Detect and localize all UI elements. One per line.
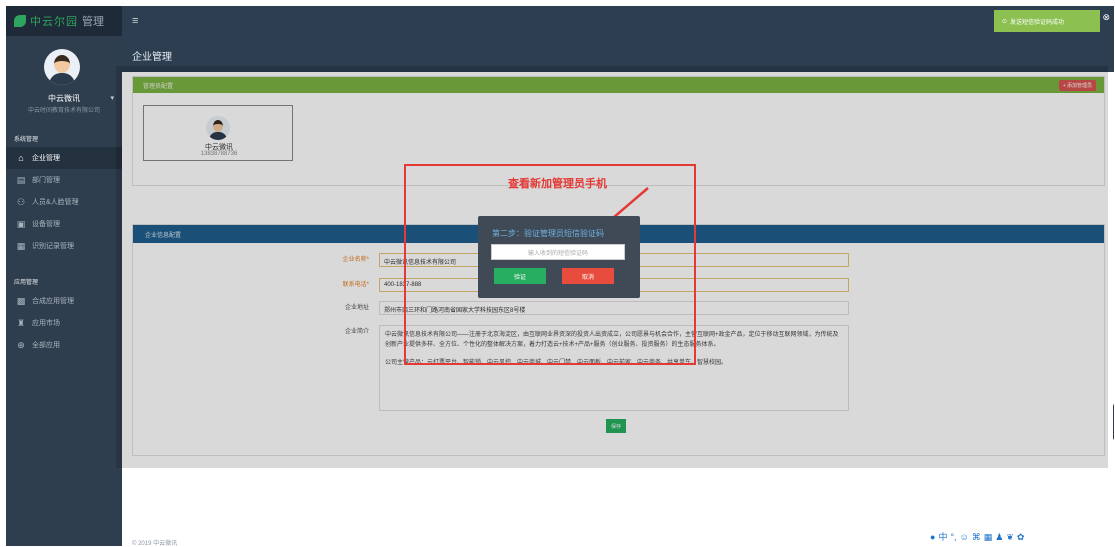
avatar[interactable]: [44, 49, 80, 85]
success-toast: ⊙ 发送短信验证码成功 ⊗: [994, 10, 1110, 32]
sms-code-input[interactable]: 输入收到的短信验证码: [491, 244, 625, 260]
footer-copyright: © 2019 中云微讯: [132, 541, 178, 546]
sidebar-logo[interactable]: 中云尔园 管理: [6, 6, 122, 36]
profile-name[interactable]: 中云微讯: [6, 93, 122, 104]
apps-icon: ▩: [16, 295, 26, 306]
sidebar-section-apps: 应用管理: [14, 280, 39, 286]
sidebar-item-device[interactable]: ▣ 设备管理: [6, 213, 122, 235]
sidebar-item-app-market[interactable]: ♜ 应用市场: [6, 312, 122, 334]
sidebar-item-label: 企业管理: [32, 155, 60, 162]
logo-suffix: 管理: [82, 16, 104, 28]
ime-toolbar: ● 中 °, ☺ ⌘ ▦ ♟ ❦ ✿: [930, 531, 1024, 543]
ime-keyboard-icon[interactable]: ▦: [984, 531, 993, 543]
sidebar-item-label: 合成应用管理: [32, 298, 74, 305]
sidebar-item-label: 设备管理: [32, 221, 60, 228]
ime-punct-icon[interactable]: °,: [950, 531, 956, 543]
user-icon: ⚇: [16, 196, 26, 207]
topbar: ≡ ⊙ 发送短信验证码成功 ⊗: [122, 6, 1114, 36]
department-icon: ▤: [16, 174, 26, 185]
sidebar-item-all-apps[interactable]: ⊕ 全部应用: [6, 334, 122, 356]
ime-settings-icon[interactable]: ✿: [1017, 531, 1025, 543]
profile-company: 中云时间教育技术有限公司: [27, 108, 100, 114]
page-title: 企业管理: [132, 52, 172, 63]
all-apps-icon: ⊕: [17, 339, 25, 350]
verify-button[interactable]: 验证: [494, 268, 546, 284]
ime-user-icon[interactable]: ♟: [995, 531, 1003, 543]
logo-brand: 中云尔园: [30, 16, 78, 28]
sidebar-item-label: 识别记录管理: [32, 243, 74, 250]
cancel-button[interactable]: 取消: [562, 268, 614, 284]
home-icon: ⌂: [18, 153, 24, 163]
caret-down-icon[interactable]: ▾: [110, 94, 114, 102]
ime-logo-icon[interactable]: ●: [930, 531, 935, 543]
side-feedback-tab[interactable]: [1113, 404, 1114, 440]
ime-skin-icon[interactable]: ❦: [1006, 531, 1014, 543]
sidebar-item-department[interactable]: ▤ 部门管理: [6, 169, 122, 191]
sidebar-item-records[interactable]: ▦ 识别记录管理: [6, 235, 122, 257]
verify-modal: 第二步：验证管理员短信验证码 输入收到的短信验证码 验证 取消: [478, 216, 640, 298]
sidebar-item-people[interactable]: ⚇ 人员&人脸管理: [6, 191, 122, 213]
user-profile: 中云微讯 ▾ 中云时间教育技术有限公司: [6, 36, 122, 128]
leaf-logo-icon: [14, 15, 26, 27]
menu-toggle-icon[interactable]: ≡: [132, 15, 138, 27]
market-icon: ♜: [16, 317, 26, 328]
sidebar-item-label: 全部应用: [32, 342, 60, 349]
info-icon: ⊙: [1002, 18, 1008, 25]
sidebar-section-system: 系统管理: [14, 137, 39, 143]
sidebar-item-label: 部门管理: [32, 177, 60, 184]
sidebar: 中云尔园 管理 中云微讯 ▾ 中云时间教育技术有限公司 系统管理 ⌂ 企业管理 …: [6, 6, 122, 546]
sidebar-item-app-manage[interactable]: ▩ 合成应用管理: [6, 290, 122, 312]
close-icon[interactable]: ⊗: [1102, 12, 1110, 23]
device-icon: ▣: [16, 218, 26, 229]
modal-title: 第二步：验证管理员短信验证码: [492, 229, 604, 238]
sidebar-item-company[interactable]: ⌂ 企业管理: [6, 147, 122, 169]
toast-text: 发送短信验证码成功: [1010, 19, 1065, 26]
ime-emoji-icon[interactable]: ☺: [960, 531, 969, 543]
ime-chinese-icon[interactable]: 中: [938, 531, 947, 543]
ime-tools-icon[interactable]: ⌘: [972, 531, 981, 543]
record-icon: ▦: [16, 240, 26, 251]
sidebar-item-label: 应用市场: [32, 320, 60, 327]
sidebar-item-label: 人员&人脸管理: [32, 199, 79, 206]
